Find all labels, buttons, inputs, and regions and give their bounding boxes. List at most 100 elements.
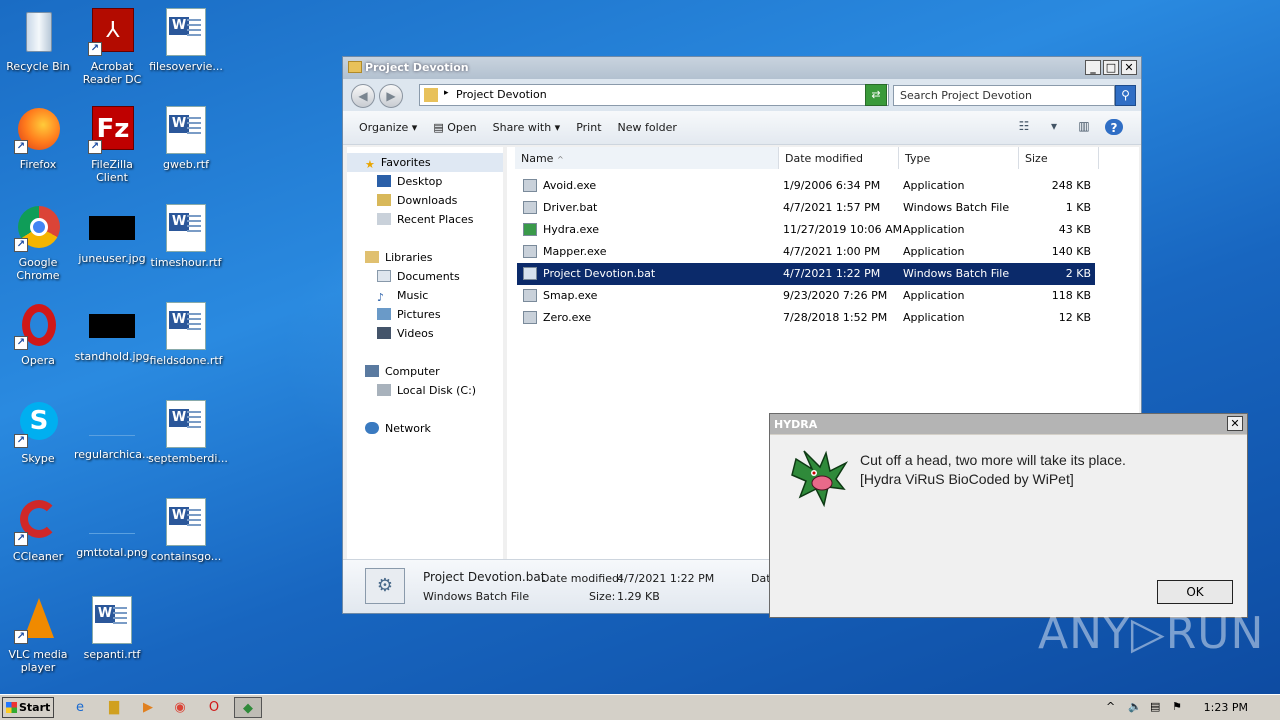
desktop-icon-ccleaner[interactable]: ↗ CCleaner	[0, 498, 76, 563]
nav-item-libraries[interactable]: Libraries	[365, 251, 433, 264]
nav-item-local-disk[interactable]: Local Disk (C:)	[377, 384, 476, 397]
desktop-icon-filesoverview[interactable]: W filesovervie...	[148, 8, 224, 73]
application-icon	[523, 179, 537, 192]
desktop-icon-gweb[interactable]: W gweb.rtf	[148, 106, 224, 171]
image-thumb-icon	[89, 412, 135, 436]
file-row[interactable]: Avoid.exe 1/9/2006 6:34 PM Application 2…	[517, 175, 1095, 197]
anyrun-watermark: ANY▷RUN	[1038, 608, 1265, 659]
start-button[interactable]: Start	[2, 697, 54, 718]
file-row[interactable]: Smap.exe 9/23/2020 7:26 PM Application 1…	[517, 285, 1095, 307]
column-header-type[interactable]: Type	[899, 147, 1019, 169]
desktop-icon-opera[interactable]: ↗ Opera	[0, 302, 76, 367]
taskbar-chrome-icon[interactable]: ◉	[166, 697, 194, 718]
nav-item-favorites[interactable]: ★ Favorites	[365, 156, 431, 171]
organize-button[interactable]: Organize ▾	[359, 121, 417, 134]
star-icon: ★	[365, 158, 375, 171]
windows-logo-icon	[6, 702, 17, 713]
nav-item-documents[interactable]: Documents	[377, 270, 460, 283]
desktop-icon-sepanti[interactable]: W sepanti.rtf	[74, 596, 150, 661]
nav-item-pictures[interactable]: Pictures	[377, 308, 441, 321]
desktop-icon-septemberdi[interactable]: W septemberdi...	[148, 400, 228, 465]
desktop-icon-regularchica[interactable]: regularchica...	[74, 400, 152, 461]
file-row[interactable]: Mapper.exe 4/7/2021 1:00 PM Application …	[517, 241, 1095, 263]
word-doc-icon: W	[162, 106, 210, 154]
taskbar-opera-icon[interactable]: O	[200, 697, 228, 718]
nav-item-music[interactable]: ♪ Music	[377, 289, 428, 304]
desktop-icon-containsgo[interactable]: W containsgo...	[148, 498, 224, 563]
view-options-icon[interactable]: ☷	[1015, 119, 1033, 135]
application-icon	[523, 311, 537, 324]
back-button[interactable]: ◀	[351, 84, 375, 108]
dragon-icon	[790, 449, 850, 509]
open-button[interactable]: ▤ Open	[433, 121, 476, 134]
desktop-icon-standhold[interactable]: standhold.jpg	[74, 302, 150, 363]
ok-button[interactable]: OK	[1157, 580, 1233, 604]
share-with-button[interactable]: Share with ▾	[493, 121, 561, 134]
minimize-button[interactable]: _	[1085, 60, 1101, 75]
taskbar-ie-icon[interactable]: e	[66, 697, 94, 718]
explorer-titlebar[interactable]: Project Devotion _ □ ✕	[343, 57, 1141, 79]
nav-item-desktop[interactable]: Desktop	[377, 175, 442, 188]
desktop-icon-chrome[interactable]: ↗ Google Chrome	[0, 204, 76, 282]
file-row[interactable]: Hydra.exe 11/27/2019 10:06 AM Applicatio…	[517, 219, 1095, 241]
folder-icon	[348, 61, 362, 73]
dialog-close-button[interactable]: ✕	[1227, 416, 1243, 431]
print-button[interactable]: Print	[576, 121, 601, 134]
music-icon: ♪	[377, 291, 385, 304]
dialog-titlebar[interactable]: HYDRA ✕	[770, 414, 1247, 434]
chevron-down-icon[interactable]: ▾	[1045, 119, 1063, 135]
desktop-icon-vlc[interactable]: ↗ VLC media player	[0, 596, 76, 674]
new-folder-button[interactable]: New folder	[618, 121, 677, 134]
dialog-body: Cut off a head, two more will take its p…	[770, 435, 1247, 617]
address-bar[interactable]: ▸ Project Devotion ▼	[419, 84, 889, 106]
close-button[interactable]: ✕	[1121, 60, 1137, 75]
desktop-icon-gmttotal[interactable]: gmttotal.png	[74, 498, 150, 559]
file-row[interactable]: Zero.exe 7/28/2018 1:52 PM Application 1…	[517, 307, 1095, 329]
help-icon[interactable]: ?	[1105, 119, 1123, 135]
downloads-icon	[377, 194, 391, 206]
refresh-button[interactable]: ⇄	[865, 84, 887, 106]
word-doc-icon: W	[162, 8, 210, 56]
action-center-flag-icon[interactable]: ⚑	[1172, 700, 1182, 713]
nav-item-computer[interactable]: Computer	[365, 365, 440, 378]
details-type: Windows Batch File	[423, 590, 530, 603]
tray-expand-icon[interactable]: ^	[1106, 700, 1115, 713]
nav-item-network[interactable]: Network	[365, 422, 431, 435]
window-title: Project Devotion	[365, 61, 469, 74]
system-tray: ^ 🔈 ▤ ⚑ 1:23 PM	[1102, 695, 1280, 720]
word-doc-icon: W	[88, 596, 136, 644]
desktop-icon-filezilla[interactable]: Fz ↗ FileZilla Client	[74, 106, 150, 184]
taskbar-hydra-icon[interactable]: ◆	[234, 697, 262, 718]
clock[interactable]: 1:23 PM	[1204, 701, 1248, 714]
file-row[interactable]: Driver.bat 4/7/2021 1:57 PM Windows Batc…	[517, 197, 1095, 219]
search-input[interactable]: Search Project Devotion	[893, 85, 1115, 106]
desktop-icon-acrobat[interactable]: ⅄ ↗ Acrobat Reader DC	[74, 8, 150, 86]
desktop-icon-firefox[interactable]: ↗ Firefox	[0, 106, 76, 171]
column-header-date[interactable]: Date modified	[779, 147, 899, 169]
desktop-icon-skype[interactable]: S ↗ Skype	[0, 400, 76, 465]
network-tray-icon[interactable]: ▤	[1150, 700, 1160, 713]
desktop-icon-recycle-bin[interactable]: Recycle Bin	[0, 8, 76, 73]
preview-pane-icon[interactable]: ▥	[1075, 119, 1093, 135]
taskbar-media-player-icon[interactable]: ▶	[134, 697, 162, 718]
nav-item-downloads[interactable]: Downloads	[377, 194, 457, 207]
taskbar-explorer-icon[interactable]: ▇	[100, 697, 128, 718]
search-icon[interactable]: ⚲	[1115, 85, 1136, 106]
image-thumb-icon	[89, 314, 135, 338]
file-row-selected[interactable]: Project Devotion.bat 4/7/2021 1:22 PM Wi…	[517, 263, 1095, 285]
nav-item-recent-places[interactable]: Recent Places	[377, 213, 474, 226]
vlc-icon: ↗	[14, 596, 62, 644]
desktop-icon-timeshour[interactable]: W timeshour.rtf	[148, 204, 224, 269]
volume-icon[interactable]: 🔈	[1128, 700, 1142, 713]
nav-item-videos[interactable]: Videos	[377, 327, 434, 340]
desktop-icon-juneuser[interactable]: juneuser.jpg	[74, 204, 150, 265]
dialog-title: HYDRA	[774, 418, 818, 431]
column-header-size[interactable]: Size	[1019, 147, 1099, 169]
batch-file-large-icon: ⚙	[365, 568, 405, 604]
desktop-icon-fieldsdone[interactable]: W fieldsdone.rtf	[148, 302, 224, 367]
column-header-name[interactable]: Name ^	[515, 147, 779, 169]
forward-button[interactable]: ▶	[379, 84, 403, 108]
computer-icon	[365, 365, 379, 377]
filezilla-icon: Fz ↗	[88, 106, 136, 154]
maximize-button[interactable]: □	[1103, 60, 1119, 75]
